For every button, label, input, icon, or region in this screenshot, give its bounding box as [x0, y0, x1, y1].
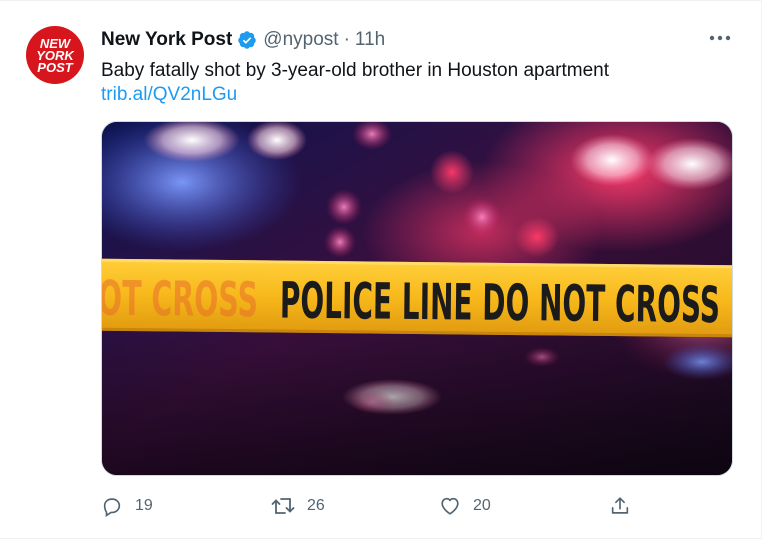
separator-dot: ·	[343, 29, 350, 50]
logo-line-3: POST	[37, 60, 73, 75]
author-name[interactable]: New York Post	[101, 29, 232, 51]
reply-button[interactable]: 19	[101, 491, 153, 521]
tweet-card[interactable]: NEW YORK POST New York Post @nypost · 11…	[0, 0, 762, 539]
reply-icon	[101, 495, 123, 517]
author-handle[interactable]: @nypost	[263, 29, 338, 51]
tweet-link[interactable]: trib.al/QV2nLGu	[101, 83, 237, 107]
share-icon	[609, 495, 631, 517]
like-icon	[439, 495, 461, 517]
tweet-header: New York Post @nypost · 11h	[101, 27, 741, 53]
like-button[interactable]: 20	[439, 491, 491, 521]
tape-text: POLICE LINE DO NOT CROSS	[280, 272, 721, 335]
tweet-text: Baby fatally shot by 3-year-old brother …	[101, 60, 609, 81]
avatar[interactable]: NEW YORK POST	[26, 26, 84, 84]
tweet-image[interactable]: OT CROSS POLICE LINE DO NOT CROSS	[101, 121, 733, 476]
nypost-logo: NEW YORK POST	[36, 36, 75, 75]
retweet-button[interactable]: 26	[271, 491, 325, 521]
retweet-icon	[271, 495, 295, 517]
verified-badge-icon	[237, 30, 257, 50]
tape-text-faded: OT CROSS	[102, 271, 258, 329]
reply-count: 19	[135, 497, 153, 514]
tweet-actions: 19 26 20	[101, 491, 733, 521]
more-dots-icon[interactable]	[707, 31, 733, 45]
police-tape-photo: OT CROSS POLICE LINE DO NOT CROSS	[102, 122, 732, 475]
retweet-count: 26	[307, 497, 325, 514]
timestamp[interactable]: 11h	[355, 29, 385, 51]
share-button[interactable]	[609, 491, 631, 521]
like-count: 20	[473, 497, 491, 514]
